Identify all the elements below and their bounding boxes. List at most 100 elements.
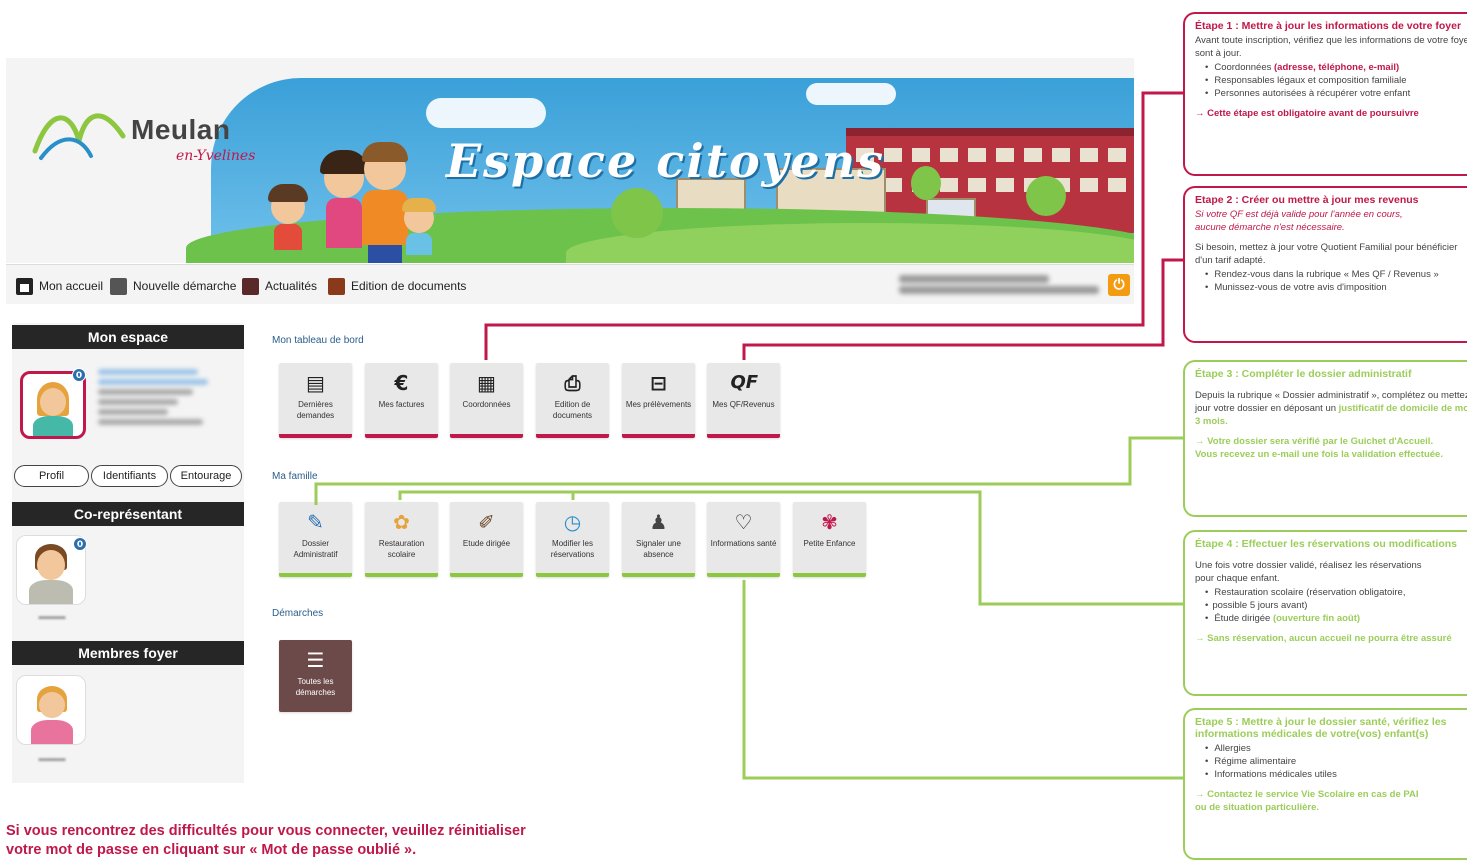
mon-espace-heading: Mon espace (12, 325, 244, 349)
help-line: votre mot de passe en cliquant sur « Mot… (6, 842, 417, 858)
absence-icon: ♟ (649, 510, 668, 534)
tile-qf[interactable]: QF Mes QF/Revenus (707, 363, 780, 438)
step-1-item: Responsables légaux et composition famil… (1205, 74, 1467, 87)
step-2-item: Munissez-vous de votre avis d'imposition (1205, 281, 1467, 294)
step-3-title: Étape 3 : Compléter le dossier administr… (1195, 368, 1412, 380)
step-2-intro: Si besoin, mettez à jour votre Quotient … (1195, 242, 1458, 253)
family-title: Ma famille (272, 471, 318, 482)
step-1-intro: sont à jour. (1195, 48, 1242, 59)
tile-label: Etude dirigée (462, 539, 511, 548)
membres-foyer-heading: Membres foyer (12, 641, 244, 665)
tile-label: Informations santé (710, 539, 777, 548)
demarches-title: Démarches (272, 608, 324, 619)
tile-clock[interactable]: ◷ Modifier les réservations (536, 502, 609, 577)
step-4-item: possible 5 jours avant) (1205, 599, 1467, 612)
tile-label: Mes prélèvements (625, 400, 692, 409)
callout-step-5: Etape 5 : Mettre à jour le dossier santé… (1183, 708, 1467, 860)
step-4-title: Étape 4 : Effectuer les réservations ou … (1195, 538, 1457, 550)
step-1-item: Coordonnées (adresse, téléphone, e-mail) (1205, 61, 1467, 74)
nav-new-request[interactable]: Nouvelle démarche (110, 277, 236, 295)
tile-pacifier[interactable]: ✾ Petite Enfance (793, 502, 866, 577)
tile-label: Edition de documents (552, 400, 593, 420)
tile-label: Mes factures (378, 400, 425, 409)
help-line: Si vous rencontrez des difficultés pour … (6, 823, 526, 839)
tile-label: Mes QF/Revenus (712, 400, 775, 409)
home-icon (16, 277, 33, 295)
step-5-item: Informations médicales utiles (1205, 768, 1467, 781)
step-5-note: ou de situation particulière. (1195, 802, 1320, 813)
avatar-household-member[interactable] (16, 675, 86, 745)
callout-step-1: Étape 1 : Mettre à jour les informations… (1183, 12, 1467, 176)
step-4-item: Étude dirigée (ouverture fin août) (1205, 612, 1467, 625)
tile-contact-card[interactable]: ▦ Coordonnées (450, 363, 523, 438)
tree-illustration (611, 188, 663, 238)
dashboard-title: Mon tableau de bord (272, 335, 364, 346)
step-5-title: Etape 5 : Mettre à jour le dossier santé… (1195, 716, 1447, 728)
step-2-intro: d'un tarif adapté. (1195, 255, 1266, 266)
step-2-title: Etape 2 : Créer ou mettre à jour mes rev… (1195, 194, 1419, 206)
step-3-note: Vous recevez un e-mail une fois la valid… (1195, 449, 1443, 460)
tile-all-requests[interactable]: ☰ Toutes les démarches (279, 640, 352, 712)
tile-label: Modifier les réservations (550, 539, 595, 559)
bank-debit-icon: ⊟ (650, 371, 667, 395)
pacifier-icon: ✾ (821, 510, 838, 534)
tile-printer[interactable]: ⎙ Edition de documents (536, 363, 609, 438)
tree-illustration (911, 166, 941, 200)
step-4-intro: Une fois votre dossier validé, réalisez … (1195, 560, 1422, 571)
tile-document-list[interactable]: ▤ Dernières demandes (279, 363, 352, 438)
cloud-illustration (806, 83, 896, 105)
tile-bank-debit[interactable]: ⊟ Mes prélèvements (622, 363, 695, 438)
login-help-text: Si vous rencontrez des difficultés pour … (6, 822, 526, 860)
tile-meal[interactable]: ✿ Restauration scolaire (365, 502, 438, 577)
step-5-item: Régime alimentaire (1205, 755, 1467, 768)
entourage-button[interactable]: Entourage (170, 465, 242, 487)
nav-documents[interactable]: Edition de documents (328, 277, 466, 295)
tile-euro[interactable]: € Mes factures (365, 363, 438, 438)
header-banner: Meulan en-Yvelines Espace citoyens (6, 58, 1134, 263)
clock-icon: ◷ (563, 510, 582, 534)
power-icon[interactable]: ⏻ (1108, 274, 1130, 296)
nav-home[interactable]: Mon accueil (16, 277, 103, 295)
profile-button[interactable]: Profil (14, 465, 89, 487)
step-5-title: informations médicales de votre(vos) enf… (1195, 728, 1429, 740)
new-request-icon (110, 277, 127, 295)
step-4-note: → Sans réservation, aucun accueil ne pou… (1195, 633, 1452, 644)
printer-icon: ⎙ (564, 371, 581, 395)
co-representant-heading: Co-représentant (12, 502, 244, 526)
member-name-blurred: ▬▬▬ (38, 753, 66, 763)
tile-label: Dernières demandes (296, 400, 335, 420)
step-1-intro: Avant toute inscription, vérifiez que le… (1195, 35, 1467, 46)
step-4-intro: pour chaque enfant. (1195, 573, 1280, 584)
logo-swoosh-icon (32, 113, 126, 160)
sidebar: Mon espace 0 Profil Identifiants Entoura… (12, 323, 244, 783)
brand-subtitle: en-Yvelines (176, 148, 256, 164)
step-2-item: Rendez-vous dans la rubrique « Mes QF / … (1205, 268, 1467, 281)
tile-absence[interactable]: ♟ Signaler une absence (622, 502, 695, 577)
tile-label: Toutes les démarches (295, 677, 336, 697)
study-icon: ✐ (478, 510, 495, 534)
document-list-icon: ▤ (306, 371, 325, 395)
tree-illustration (1026, 176, 1066, 216)
user-info-blurred (899, 272, 1104, 298)
nav-news[interactable]: Actualités (242, 277, 317, 295)
health-icon: ♡ (734, 510, 753, 534)
cloud-illustration (426, 98, 546, 128)
callout-step-4: Étape 4 : Effectuer les réservations ou … (1183, 530, 1467, 696)
all-requests-icon: ☰ (306, 648, 325, 672)
qf-icon: QF (730, 372, 759, 393)
step-1-title: Étape 1 : Mettre à jour les informations… (1195, 20, 1462, 32)
tile-label: Coordonnées (462, 400, 511, 409)
contact-card-icon: ▦ (477, 371, 496, 395)
news-icon (242, 277, 259, 295)
page-root: { "brand": {"name": "Meulan", "subtitle"… (0, 0, 1467, 861)
tile-label: Petite Enfance (803, 539, 856, 548)
tile-study[interactable]: ✐ Etude dirigée (450, 502, 523, 577)
identifiers-button[interactable]: Identifiants (91, 465, 168, 487)
nav-news-label: Actualités (265, 279, 318, 293)
nav-home-label: Mon accueil (39, 279, 104, 293)
tile-folder[interactable]: ✎ Dossier Administratif (279, 502, 352, 577)
step-3-note: → Votre dossier sera vérifié par le Guic… (1195, 436, 1434, 447)
user-details-blurred (98, 365, 233, 429)
tile-health[interactable]: ♡ Informations santé (707, 502, 780, 577)
print-icon (328, 277, 345, 295)
